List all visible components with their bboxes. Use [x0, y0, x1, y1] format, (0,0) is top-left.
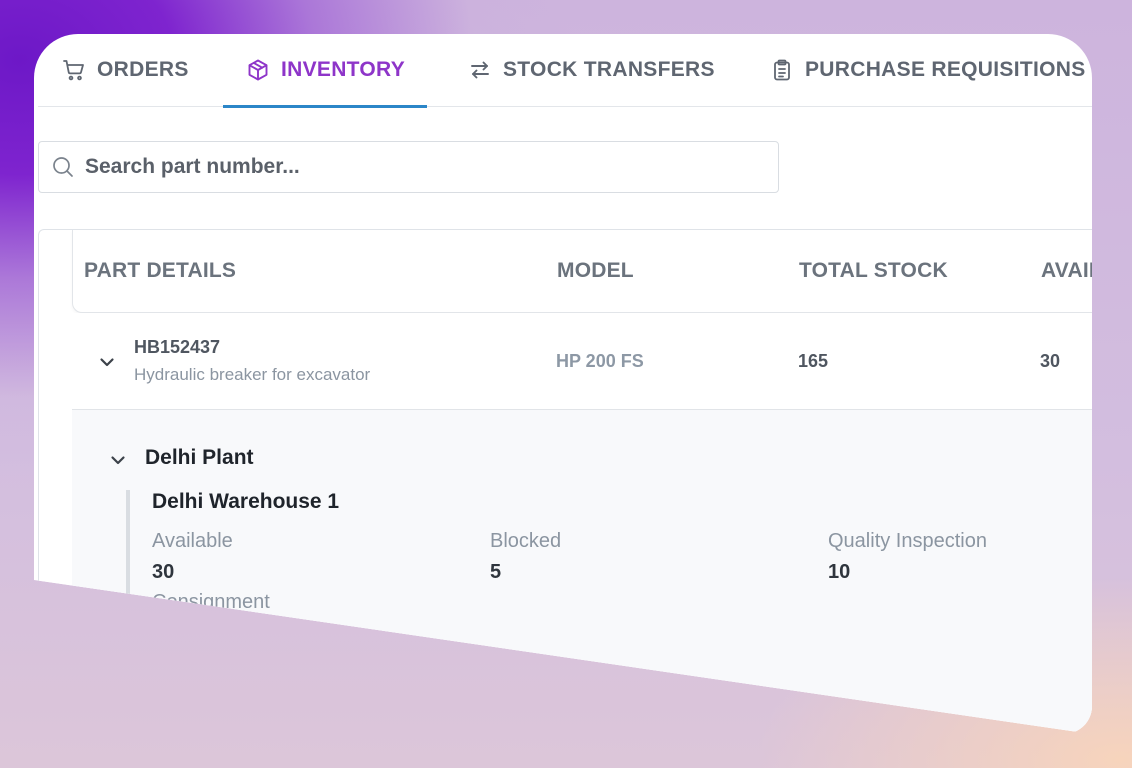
stat-label-blocked: Blocked	[490, 530, 562, 552]
model-cell: HP 200 FS	[556, 351, 644, 371]
search-box	[38, 141, 779, 193]
tab-stock-transfers[interactable]: STOCK TRANSFERS	[468, 34, 715, 106]
tab-label: INVENTORY	[281, 58, 406, 81]
clipboard-icon	[774, 59, 790, 81]
chevron-down-icon[interactable]	[109, 451, 127, 469]
stat-label-quality-inspection: Quality Inspection	[828, 530, 987, 552]
stat-label-available: Available	[152, 530, 233, 552]
search-input[interactable]	[83, 154, 727, 180]
part-number: HB152437	[134, 337, 221, 357]
warehouse-name: Delhi Warehouse 1	[152, 490, 340, 513]
box-icon	[248, 59, 268, 81]
column-header-part-details[interactable]: PART DETAILS	[84, 259, 236, 283]
table-row[interactable]: HB152437 Hydraulic breaker for excavator…	[72, 313, 1092, 410]
tab-inventory[interactable]: INVENTORY	[223, 34, 428, 108]
active-tab-indicator	[223, 105, 428, 108]
tab-orders[interactable]: ORDERS	[62, 34, 189, 106]
stat-value-available: 30	[152, 561, 175, 583]
column-header-model[interactable]: MODEL	[557, 259, 634, 283]
chevron-down-icon[interactable]	[98, 353, 116, 371]
part-description: Hydraulic breaker for excavator	[134, 365, 371, 384]
available-cell: 30	[1040, 351, 1061, 371]
stat-value-quality-inspection: 10	[828, 561, 851, 583]
column-header-available[interactable]: AVAIL	[1041, 259, 1092, 283]
tab-purchase-requisitions[interactable]: PURCHASE REQUISITIONS	[770, 34, 1086, 106]
table-header: PART DETAILS MODEL TOTAL STOCK AVAIL	[72, 230, 1092, 313]
transfer-arrows-icon	[471, 61, 489, 79]
tab-label: STOCK TRANSFERS	[503, 58, 715, 81]
plant-name[interactable]: Delhi Plant	[145, 446, 254, 470]
tab-bar: ORDERS INVENTORY STOCK TRANSFERS PURCHAS…	[38, 34, 1092, 108]
cart-icon	[63, 60, 84, 81]
column-header-total-stock[interactable]: TOTAL STOCK	[799, 259, 948, 283]
search-icon	[53, 157, 73, 177]
tab-label: ORDERS	[97, 58, 189, 81]
total-stock-cell: 165	[798, 351, 829, 371]
tab-label: PURCHASE REQUISITIONS	[805, 58, 1086, 81]
stat-value-blocked: 5	[490, 561, 502, 583]
